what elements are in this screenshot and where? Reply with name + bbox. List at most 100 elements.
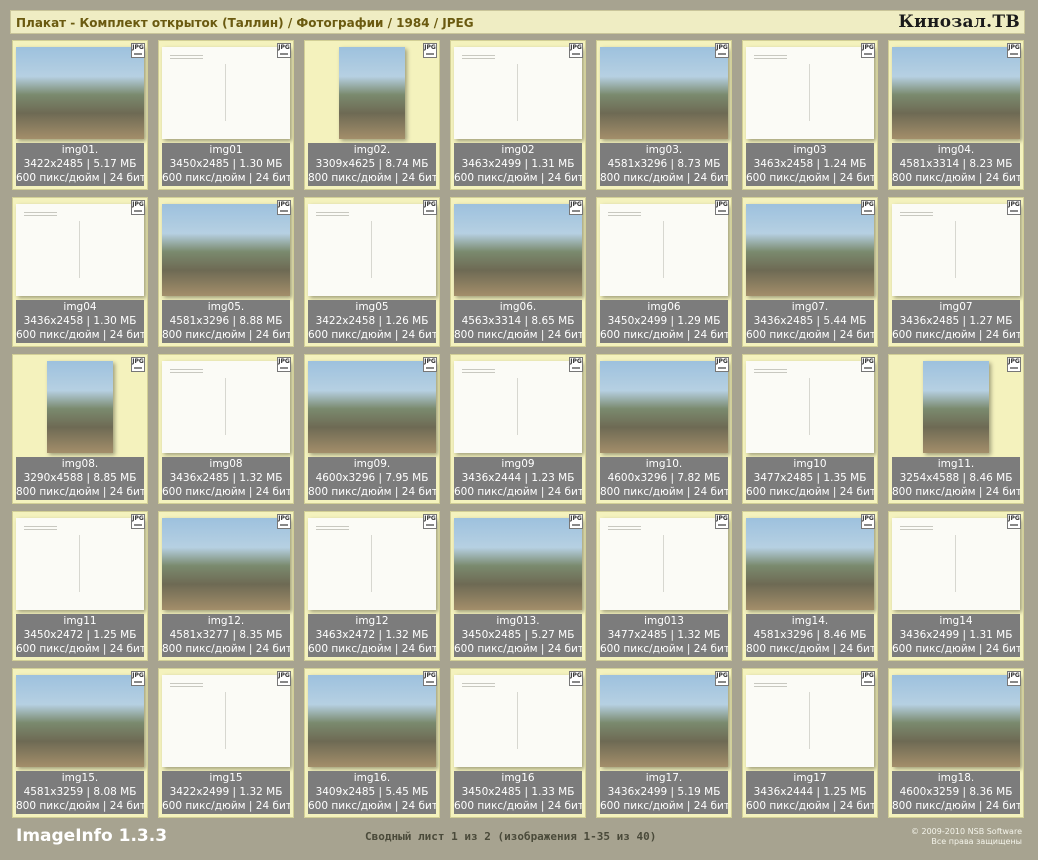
thumbnail-info: img08 3436x2485 | 1.32 МБ 600 пикс/дюйм | … [162,457,290,500]
thumbnail-card[interactable]: JPG img02 3463x2499 | 1.31 МБ 600 пикс/дюйм… [450,40,586,190]
file-resolution: 600 пикс/дюйм | 24 бит [162,800,290,812]
file-resolution: 600 пикс/дюйм | 24 бит [454,486,582,498]
thumbnail-card[interactable]: JPG img05. 4581x3296 | 8.88 МБ 800 пикс/дюй… [158,197,294,347]
thumbnail-card[interactable]: JPG img11 3450x2472 | 1.25 МБ 600 пикс/дюйм… [12,511,148,661]
file-resolution: 800 пикс/дюйм | 24 бит [892,172,1020,184]
thumbnail-card[interactable]: JPG img04. 4581x3314 | 8.23 МБ 800 пикс/дюй… [888,40,1024,190]
thumbnail-image-area: JPG [159,355,293,461]
postcard-back-image [454,361,582,453]
file-resolution: 600 пикс/дюйм | 24 бит [162,172,290,184]
file-dimensions: 3436x2499 | 5.19 МБ [607,786,721,798]
thumbnail-card[interactable]: JPG img15. 4581x3259 | 8.08 МБ 800 пикс/дюй… [12,668,148,818]
thumbnail-card[interactable]: JPG img14. 4581x3296 | 8.46 МБ 800 пикс/дюй… [742,511,878,661]
file-dimensions: 3436x2485 | 5.44 МБ [753,315,867,327]
thumbnail-card[interactable]: JPG img15 3422x2499 | 1.32 МБ 600 пикс/дюйм… [158,668,294,818]
thumbnail-info: img10 3477x2485 | 1.35 МБ 600 пикс/дюйм | … [746,457,874,500]
thumbnail-info: img11 3450x2472 | 1.25 МБ 600 пикс/дюйм | … [16,614,144,657]
jpg-file-icon: JPG [569,200,583,215]
file-resolution: 800 пикс/дюйм | 24 бит [746,643,874,655]
jpg-file-icon: JPG [423,671,437,686]
file-dimensions: 3477x2485 | 1.32 МБ [607,629,721,641]
thumbnail-card[interactable]: JPG img04 3436x2458 | 1.30 МБ 600 пикс/дюйм… [12,197,148,347]
thumbnail-card[interactable]: JPG img08 3436x2485 | 1.32 МБ 600 пикс/дюйм… [158,354,294,504]
file-resolution: 600 пикс/дюйм | 24 бит [16,329,144,341]
file-name: img09. [353,458,391,470]
thumbnail-card[interactable]: JPG img16. 3409x2485 | 5.45 МБ 600 пикс/дюй… [304,668,440,818]
thumbnail-image-area: JPG [597,198,731,304]
jpg-file-icon: JPG [277,43,291,58]
thumbnail-info: img09. 4600x3296 | 7.95 МБ 800 пикс/дюйм |… [308,457,436,500]
file-dimensions: 4563x3314 | 8.65 МБ [461,315,575,327]
jpg-file-icon: JPG [277,357,291,372]
thumbnail-card[interactable]: JPG img10 3477x2485 | 1.35 МБ 600 пикс/дюйм… [742,354,878,504]
file-name: img04. [937,144,975,156]
copyright-line: © 2009-2010 NSB Software [910,827,1022,836]
postcard-photo-image [47,361,113,453]
postcard-back-image [746,675,874,767]
thumbnail-info: img11. 3254x4588 | 8.46 МБ 800 пикс/дюйм |… [892,457,1020,500]
file-dimensions: 4581x3296 | 8.73 МБ [607,158,721,170]
file-dimensions: 3422x2458 | 1.26 МБ [315,315,429,327]
thumbnail-card[interactable]: JPG img05 3422x2458 | 1.26 МБ 600 пикс/дюйм… [304,197,440,347]
brand-watermark: Кинозал.ТВ [898,12,1020,32]
thumbnail-card[interactable]: JPG img013 3477x2485 | 1.32 МБ 600 пикс/дюй… [596,511,732,661]
thumbnail-card[interactable]: JPG img03. 4581x3296 | 8.73 МБ 800 пикс/дюй… [596,40,732,190]
file-dimensions: 3450x2485 | 1.30 МБ [169,158,283,170]
file-resolution: 600 пикс/дюйм | 24 бит [892,643,1020,655]
thumbnail-card[interactable]: JPG img013. 3450x2485 | 5.27 МБ 600 пикс/дю… [450,511,586,661]
file-resolution: 600 пикс/дюйм | 24 бит [600,643,728,655]
thumbnail-card[interactable]: JPG img06 3450x2499 | 1.29 МБ 600 пикс/дюйм… [596,197,732,347]
jpg-file-icon: JPG [423,357,437,372]
file-resolution: 800 пикс/дюйм | 24 бит [308,172,436,184]
thumbnail-card[interactable]: JPG img16 3450x2485 | 1.33 МБ 600 пикс/дюйм… [450,668,586,818]
thumbnail-card[interactable]: JPG img01 3450x2485 | 1.30 МБ 600 пикс/дюйм… [158,40,294,190]
thumbnail-card[interactable]: JPG img09. 4600x3296 | 7.95 МБ 800 пикс/дюй… [304,354,440,504]
file-dimensions: 4600x3296 | 7.82 МБ [607,472,721,484]
thumbnail-card[interactable]: JPG img17 3436x2444 | 1.25 МБ 600 пикс/дюйм… [742,668,878,818]
file-resolution: 600 пикс/дюйм | 24 бит [308,329,436,341]
thumbnail-card[interactable]: JPG img12. 4581x3277 | 8.35 МБ 800 пикс/дюй… [158,511,294,661]
file-dimensions: 3450x2499 | 1.29 МБ [607,315,721,327]
jpg-file-icon: JPG [423,200,437,215]
thumbnail-info: img02. 3309x4625 | 8.74 МБ 800 пикс/дюйм |… [308,143,436,186]
thumbnail-card[interactable]: JPG img01. 3422x2485 | 5.17 МБ 600 пикс/дюй… [12,40,148,190]
jpg-file-icon: JPG [277,200,291,215]
thumbnail-card[interactable]: JPG img07 3436x2485 | 1.27 МБ 600 пикс/дюйм… [888,197,1024,347]
thumbnail-card[interactable]: JPG img08. 3290x4588 | 8.85 МБ 800 пикс/дюй… [12,354,148,504]
thumbnail-card[interactable]: JPG img07. 3436x2485 | 5.44 МБ 600 пикс/дюй… [742,197,878,347]
thumbnail-image-area: JPG [451,198,585,304]
thumbnail-card[interactable]: JPG img06. 4563x3314 | 8.65 МБ 800 пикс/дюй… [450,197,586,347]
thumbnail-card[interactable]: JPG img12 3463x2472 | 1.32 МБ 600 пикс/дюйм… [304,511,440,661]
jpg-file-icon: JPG [131,43,145,58]
jpg-file-icon: JPG [715,43,729,58]
thumbnail-info: img09 3436x2444 | 1.23 МБ 600 пикс/дюйм | … [454,457,582,500]
thumbnail-card[interactable]: JPG img18. 4600x3259 | 8.36 МБ 800 пикс/дюй… [888,668,1024,818]
file-resolution: 600 пикс/дюйм | 24 бит [600,329,728,341]
thumbnail-image-area: JPG [597,41,731,147]
thumbnail-card[interactable]: JPG img10. 4600x3296 | 7.82 МБ 800 пикс/дюй… [596,354,732,504]
jpg-file-icon: JPG [131,357,145,372]
thumbnail-card[interactable]: JPG img02. 3309x4625 | 8.74 МБ 800 пикс/дюй… [304,40,440,190]
thumbnail-card[interactable]: JPG img14 3436x2499 | 1.31 МБ 600 пикс/дюйм… [888,511,1024,661]
file-name: img08. [61,458,99,470]
file-name: img17 [793,772,827,784]
postcard-photo-image [746,518,874,610]
thumbnail-card[interactable]: JPG img09 3436x2444 | 1.23 МБ 600 пикс/дюйм… [450,354,586,504]
file-name: img02. [353,144,391,156]
postcard-photo-image [892,675,1020,767]
thumbnail-card[interactable]: JPG img11. 3254x4588 | 8.46 МБ 800 пикс/дюй… [888,354,1024,504]
postcard-back-image [16,204,144,296]
file-name: img10 [793,458,827,470]
jpg-file-icon: JPG [861,514,875,529]
thumbnail-card[interactable]: JPG img17. 3436x2499 | 5.19 МБ 600 пикс/дюй… [596,668,732,818]
file-resolution: 800 пикс/дюйм | 24 бит [600,486,728,498]
file-resolution: 800 пикс/дюйм | 24 бит [600,172,728,184]
postcard-photo-image [339,47,405,139]
thumbnail-info: img06. 4563x3314 | 8.65 МБ 800 пикс/дюйм |… [454,300,582,343]
postcard-back-image [892,518,1020,610]
file-dimensions: 3477x2485 | 1.35 МБ [753,472,867,484]
postcard-back-image [746,47,874,139]
thumbnail-image-area: JPG [13,669,147,775]
jpg-file-icon: JPG [277,514,291,529]
thumbnail-card[interactable]: JPG img03 3463x2458 | 1.24 МБ 600 пикс/дюйм… [742,40,878,190]
